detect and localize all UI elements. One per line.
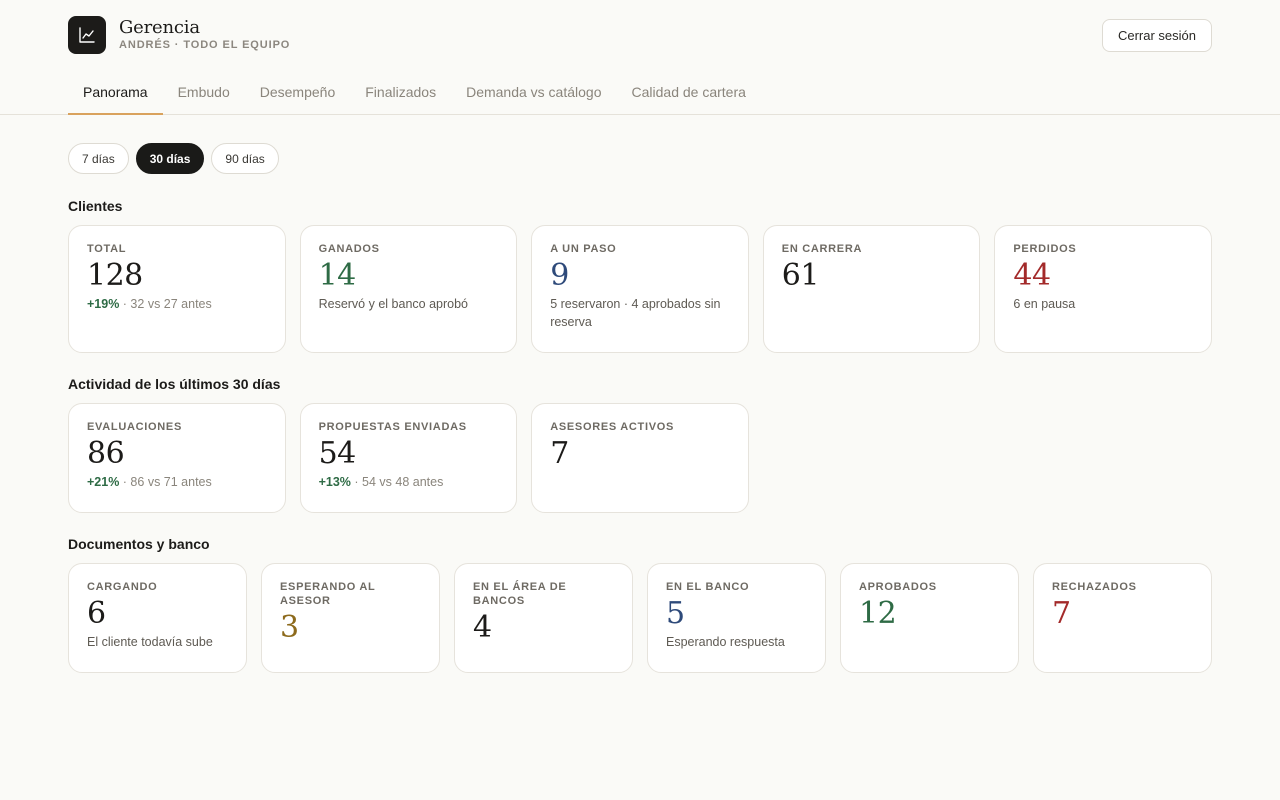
kpi-value: 6 bbox=[87, 596, 106, 631]
kpi-label: GANADOS bbox=[318, 243, 380, 255]
kpi-card-esperando-al-asesor: ESPERANDO AL ASESOR 3 bbox=[261, 563, 440, 673]
kpi-value: 44 bbox=[1013, 258, 1051, 293]
kpi-label: EN CARRERA bbox=[781, 243, 863, 255]
kpi-comparison: +21% · 86 vs 71 antes bbox=[87, 473, 267, 491]
kpi-value: 4 bbox=[473, 610, 492, 645]
tab-desempeno[interactable]: Desempeño bbox=[245, 70, 351, 114]
kpi-label: ASESORES ACTIVOS bbox=[550, 421, 675, 433]
kpi-value: 86 bbox=[87, 436, 125, 471]
tab-panorama[interactable]: Panorama bbox=[68, 70, 163, 115]
tab-bar: Panorama Embudo Desempeño Finalizados De… bbox=[0, 70, 1280, 115]
kpi-card-cargando: CARGANDO 6 El cliente todavía sube bbox=[68, 563, 247, 673]
kpi-label: CARGANDO bbox=[87, 581, 158, 593]
tab-demanda-vs-catalogo[interactable]: Demanda vs catálogo bbox=[451, 70, 616, 114]
kpi-card-a-un-paso: A UN PASO 9 5 reservaron · 4 aprobados s… bbox=[531, 225, 749, 353]
kpi-label: PROPUESTAS ENVIADAS bbox=[318, 421, 467, 433]
section-title-actividad: Actividad de los últimos 30 días bbox=[68, 376, 281, 392]
kpi-note: Reservó y el banco aprobó bbox=[318, 297, 468, 311]
section-title-documentos: Documentos y banco bbox=[68, 536, 210, 552]
kpi-card-rechazados: RECHAZADOS 7 bbox=[1033, 563, 1212, 673]
kpi-delta-detail: · 32 vs 27 antes bbox=[119, 297, 212, 311]
tab-embudo[interactable]: Embudo bbox=[163, 70, 245, 114]
kpi-card-en-el-area-de-bancos: EN EL ÁREA DE BANCOS 4 bbox=[454, 563, 633, 673]
kpi-value: 5 bbox=[666, 596, 685, 631]
kpi-delta-detail: · 86 vs 71 antes bbox=[119, 475, 212, 489]
kpi-card-en-carrera: EN CARRERA 61 bbox=[762, 225, 981, 353]
kpi-value: 128 bbox=[87, 258, 143, 293]
documentos-cards: CARGANDO 6 El cliente todavía sube ESPER… bbox=[68, 563, 1212, 673]
kpi-note: 6 en pausa bbox=[1013, 297, 1076, 311]
kpi-label: TOTAL bbox=[87, 243, 127, 255]
line-chart-icon bbox=[79, 27, 95, 43]
kpi-value: 54 bbox=[318, 436, 357, 471]
kpi-label: EVALUACIONES bbox=[87, 421, 182, 433]
app-subtitle: ANDRÉS · TODO EL EQUIPO bbox=[119, 39, 291, 51]
kpi-delta: +21% bbox=[87, 475, 120, 489]
range-7-days-button[interactable]: 7 días bbox=[68, 143, 129, 174]
logout-button[interactable]: Cerrar sesión bbox=[1101, 19, 1212, 52]
kpi-label: APROBADOS bbox=[859, 581, 937, 593]
kpi-card-aprobados: APROBADOS 12 bbox=[840, 563, 1019, 673]
kpi-note: Esperando respuesta bbox=[666, 635, 785, 649]
section-title-clientes: Clientes bbox=[68, 198, 123, 214]
kpi-label: A UN PASO bbox=[550, 243, 617, 255]
kpi-value: 12 bbox=[859, 596, 897, 631]
kpi-comparison: +19% · 32 vs 27 antes bbox=[87, 295, 267, 313]
logo bbox=[68, 16, 106, 54]
kpi-value: 61 bbox=[781, 258, 820, 293]
tab-calidad-de-cartera[interactable]: Calidad de cartera bbox=[617, 70, 761, 114]
kpi-value: 3 bbox=[280, 610, 299, 645]
range-30-days-button[interactable]: 30 días bbox=[135, 143, 205, 174]
kpi-value: 14 bbox=[318, 258, 357, 293]
kpi-card-asesores-activos: ASESORES ACTIVOS 7 bbox=[531, 403, 749, 513]
kpi-comparison: +13% · 54 vs 48 antes bbox=[319, 473, 499, 491]
kpi-note: 5 reservaron · 4 aprobados sin reserva bbox=[550, 297, 721, 329]
kpi-label: ESPERANDO AL ASESOR bbox=[280, 581, 376, 607]
actividad-cards: EVALUACIONES 86 +21% · 86 vs 71 antes PR… bbox=[68, 403, 1212, 513]
kpi-card-evaluaciones: EVALUACIONES 86 +21% · 86 vs 71 antes bbox=[68, 403, 286, 513]
kpi-card-propuestas-enviadas: PROPUESTAS ENVIADAS 54 +13% · 54 vs 48 a… bbox=[299, 403, 518, 513]
kpi-value: 7 bbox=[1052, 596, 1071, 631]
kpi-value: 7 bbox=[550, 436, 569, 471]
date-range-selector: 7 días 30 días 90 días bbox=[68, 143, 1212, 175]
kpi-note: El cliente todavía sube bbox=[87, 635, 213, 649]
kpi-label: PERDIDOS bbox=[1013, 243, 1077, 255]
kpi-label: EN EL ÁREA DE BANCOS bbox=[473, 581, 567, 607]
kpi-card-ganados: GANADOS 14 Reservó y el banco aprobó bbox=[299, 225, 518, 353]
range-90-days-button[interactable]: 90 días bbox=[211, 143, 279, 174]
app-title: Gerencia bbox=[119, 17, 200, 38]
kpi-label: EN EL BANCO bbox=[666, 581, 750, 593]
kpi-label: RECHAZADOS bbox=[1052, 581, 1137, 593]
kpi-delta: +13% bbox=[318, 475, 351, 489]
main-content: 7 días 30 días 90 días Clientes TOTAL 12… bbox=[0, 115, 1280, 673]
kpi-card-en-el-banco: EN EL BANCO 5 Esperando respuesta bbox=[647, 563, 826, 673]
kpi-card-perdidos: PERDIDOS 44 6 en pausa bbox=[994, 225, 1212, 353]
kpi-value: 9 bbox=[550, 258, 569, 293]
kpi-delta: +19% bbox=[87, 297, 120, 311]
tab-finalizados[interactable]: Finalizados bbox=[350, 70, 451, 114]
kpi-delta-detail: · 54 vs 48 antes bbox=[350, 475, 444, 489]
clientes-cards: TOTAL 128 +19% · 32 vs 27 antes GANADOS … bbox=[68, 225, 1212, 353]
kpi-card-total: TOTAL 128 +19% · 32 vs 27 antes bbox=[68, 225, 286, 353]
top-header: Gerencia ANDRÉS · TODO EL EQUIPO Cerrar … bbox=[0, 0, 1280, 70]
